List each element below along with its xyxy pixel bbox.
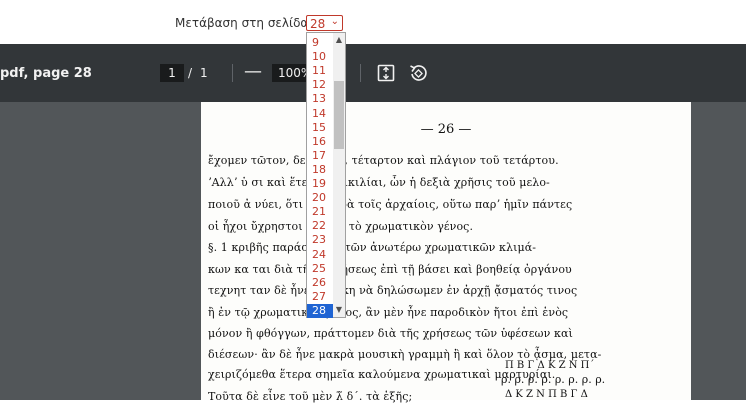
dropdown-option[interactable]: 27	[307, 290, 333, 304]
page-number: — 26 —	[420, 122, 472, 137]
dropdown-option[interactable]: 22	[307, 219, 333, 233]
chevron-down-icon: ⌄	[330, 16, 339, 27]
text-line: ποιοῦ ἀ νύει, ὅτι ὡς παρὰ τοῖς ἀρχαίοις,…	[208, 198, 573, 211]
dropdown-option[interactable]: 24	[307, 248, 333, 262]
document-title: pdf, page 28	[0, 66, 92, 81]
notation-top: Π Β Γ Δ Κ Ζ Ν Π΄	[505, 360, 595, 371]
dropdown-option[interactable]: 13	[307, 92, 333, 106]
pdf-toolbar: pdf, page 28 1 / 1 — 100%	[0, 44, 746, 102]
dropdown-option[interactable]: 15	[307, 121, 333, 135]
text-line: Τοῦτα δὲ εἶνε τοῦ μὲν λ̃ δ΄. τὰ ἑξῆς;	[208, 390, 413, 403]
dropdown-option[interactable]: 18	[307, 163, 333, 177]
notation-marks: ρ. ρ. ρ. ρ. ρ. ρ. ρ. ρ.	[501, 373, 606, 386]
zoom-out-button[interactable]: —	[244, 61, 262, 82]
scroll-up-icon[interactable]: ▲	[334, 35, 344, 44]
toolbar-divider	[232, 64, 233, 82]
fit-to-page-icon[interactable]	[376, 63, 396, 83]
dropdown-option[interactable]: 10	[307, 50, 333, 64]
current-page-input[interactable]: 1	[160, 64, 184, 82]
text-line: ἢ ἐν τῷ χρωματικὸν μέλος, ἂν μὲν ἦνε παρ…	[208, 306, 569, 319]
scrollbar-thumb[interactable]	[334, 81, 344, 149]
pdf-page: — 26 — ἔχομεν τῶτον, δεύτερον, τέταρτον …	[201, 102, 691, 403]
dropdown-option[interactable]: 19	[307, 177, 333, 191]
notation-bottom: Δ Κ Ζ Ν Π Β Γ Δ	[505, 389, 588, 400]
dropdown-option[interactable]: 20	[307, 191, 333, 205]
text-line: τεχνητ ταν δὲ ἦνε ἀνάγκη νὰ δηλώσωμεν ἐν…	[208, 284, 578, 297]
goto-page-label: Μετάβαση στη σελίδα	[175, 16, 309, 30]
dropdown-scrollbar[interactable]: ▲ ▼	[333, 33, 345, 317]
dropdown-option[interactable]: 28	[307, 303, 333, 318]
dropdown-option[interactable]: 14	[307, 107, 333, 121]
dropdown-option[interactable]: 17	[307, 149, 333, 163]
rotate-icon[interactable]	[408, 63, 428, 83]
page-separator: /	[188, 66, 193, 80]
page-select[interactable]: 28 ⌄	[306, 15, 343, 31]
toolbar-divider	[360, 64, 361, 82]
dropdown-option[interactable]: 26	[307, 276, 333, 290]
text-line: ἔχομεν τῶτον, δεύτερον, τέταρτον καὶ πλά…	[208, 154, 559, 167]
top-bar: Μετάβαση στη σελίδα 28 ⌄	[0, 0, 746, 44]
text-line: κων κα ται διὰ τῆς ἀσκήσεως ἐπὶ τῇ βάσει…	[208, 263, 572, 276]
text-line: μόνον ἢ φθόγγων, πράττομεν διὰ τῆς χρήσε…	[208, 327, 573, 340]
text-line: §. 1 κριβῆς παράστασις τῶν ἀνωτέρω χρωμα…	[208, 241, 537, 254]
page-dropdown-list[interactable]: 9 10 11 12 13 14 15 16 17 18 19 20 21 22 23 24 25 26 27 28 …	[306, 32, 346, 318]
dropdown-option[interactable]: 11	[307, 64, 333, 78]
total-pages: 1	[200, 66, 208, 80]
dropdown-option[interactable]: 25	[307, 262, 333, 276]
dropdown-option[interactable]: 9	[307, 36, 333, 50]
dropdown-option[interactable]: 23	[307, 233, 333, 247]
dropdown-option[interactable]: 12	[307, 78, 333, 92]
dropdown-option[interactable]: 21	[307, 205, 333, 219]
page-select-value: 28	[310, 17, 326, 31]
scroll-down-icon[interactable]: ▼	[334, 305, 344, 314]
dropdown-option[interactable]: 16	[307, 135, 333, 149]
text-line: ʼΑλλʼ ὑ σι καὶ ἕτεραι ποικιλίαι, ὧν ἡ δε…	[208, 176, 550, 189]
